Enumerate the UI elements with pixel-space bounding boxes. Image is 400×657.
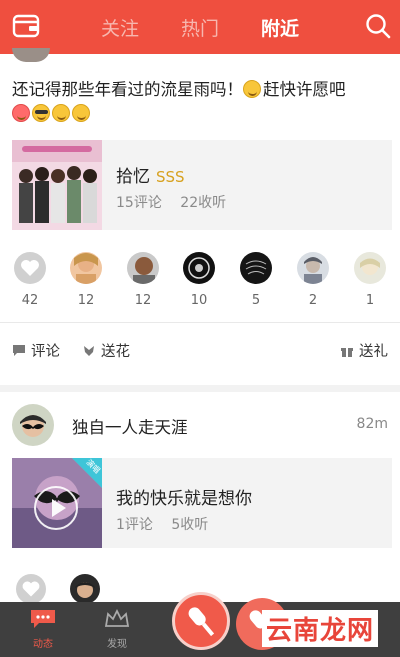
tab-nearby[interactable]: 附近	[261, 14, 299, 41]
video-cover: 演唱	[12, 458, 102, 548]
album-cover	[12, 140, 102, 230]
top-bar: 关注 热门 附近	[0, 0, 400, 54]
gift-icon	[341, 347, 353, 357]
song-title: 我的快乐就是想你	[116, 489, 252, 509]
fan-list: 42 12 12 10 5 2 1	[0, 252, 400, 314]
flower-icon	[84, 345, 94, 356]
send-gift-button[interactable]: 送礼	[340, 340, 388, 361]
post-text: 还记得那些年看过的流星雨吗！ 赶快许愿吧	[12, 78, 392, 126]
avatar	[297, 252, 329, 284]
avatar[interactable]	[12, 404, 54, 446]
fan-count: 12	[77, 293, 95, 308]
comment-icon	[13, 345, 25, 356]
fan-count: 2	[308, 293, 318, 308]
fan-count: 10	[190, 293, 208, 308]
song-card[interactable]: 拾忆 SSS 15评论 22收听	[12, 140, 392, 230]
fan-item[interactable]: 5	[238, 252, 274, 308]
heart-icon[interactable]	[16, 574, 46, 604]
feed-card-1: 还记得那些年看过的流星雨吗！ 赶快许愿吧 拾忆 SSS 15评论 22收听 42…	[0, 48, 400, 385]
grin-emoji-icon	[12, 104, 30, 122]
laugh-emoji-icon	[52, 104, 70, 122]
fan-item[interactable]: 10	[181, 252, 217, 308]
watermark-logo: 云南龙网	[262, 610, 379, 647]
post-text-main: 还记得那些年看过的流星雨吗！	[12, 80, 243, 99]
comment-button[interactable]: 评论	[12, 340, 60, 361]
song-title-text: 拾忆	[116, 167, 150, 187]
song-card[interactable]: 演唱 我的快乐就是想你 1评论 5收听	[12, 458, 392, 548]
avatar	[127, 252, 159, 284]
level-badge: SSS	[156, 168, 185, 186]
smile-emoji-icon	[243, 80, 261, 98]
nav-discover[interactable]: 发现	[92, 608, 142, 650]
microphone-icon	[188, 607, 215, 637]
avatar	[183, 252, 215, 284]
post-text-tail: 赶快许愿吧	[263, 80, 346, 99]
nav-feed-label: 动态	[33, 639, 53, 650]
send-flower-button[interactable]: 送花	[82, 340, 130, 361]
user-name[interactable]: 独自一人走天涯	[72, 414, 188, 438]
fan-item[interactable]: 1	[352, 252, 388, 308]
tab-following[interactable]: 关注	[101, 14, 139, 41]
avatar	[70, 252, 102, 284]
comment-count: 1评论	[116, 517, 153, 533]
nav-feed[interactable]: 动态	[18, 608, 68, 650]
tab-hot[interactable]: 热门	[181, 14, 219, 41]
fan-count: 1	[365, 293, 375, 308]
listen-count: 5收听	[171, 517, 209, 533]
top-tabs: 关注 热门 附近	[80, 0, 320, 54]
song-title: 拾忆 SSS	[116, 162, 185, 187]
cool-emoji-icon	[32, 104, 50, 122]
record-button[interactable]	[172, 592, 230, 650]
fan-count: 5	[251, 293, 261, 308]
fan-item[interactable]: 12	[125, 252, 161, 308]
feed-card-2: 独自一人走天涯 82m 演唱 我的快乐就是想你 1评论 5收听	[0, 392, 400, 604]
chat-bubble-icon	[31, 610, 55, 628]
heart-icon	[14, 252, 46, 284]
play-icon[interactable]	[34, 486, 78, 530]
fan-item[interactable]: 42	[12, 252, 48, 308]
comment-label: 评论	[31, 344, 60, 360]
fan-count: 42	[21, 293, 39, 308]
avatar	[354, 252, 386, 284]
post-time: 82m	[356, 416, 388, 432]
flower-label: 送花	[101, 344, 130, 360]
bottom-nav: 动态 发现 云南龙网	[0, 592, 400, 657]
divider	[0, 322, 400, 323]
post-actions: 评论 送花 送礼	[0, 336, 400, 364]
song-stats: 15评论 22收听	[116, 192, 240, 212]
search-icon[interactable]	[364, 13, 392, 39]
fan-count: 12	[134, 293, 152, 308]
listen-count: 22收听	[180, 195, 227, 211]
avatar[interactable]	[12, 48, 50, 62]
avatar	[240, 252, 272, 284]
crown-icon	[104, 608, 130, 627]
gift-label: 送礼	[359, 344, 388, 360]
happy-emoji-icon	[72, 104, 90, 122]
wallet-icon[interactable]	[12, 13, 40, 39]
avatar[interactable]	[70, 574, 100, 604]
fan-item[interactable]: 12	[68, 252, 104, 308]
song-stats: 1评论 5收听	[116, 514, 222, 534]
comment-count: 15评论	[116, 195, 162, 211]
nav-discover-label: 发现	[107, 639, 127, 650]
fan-item[interactable]: 2	[295, 252, 331, 308]
